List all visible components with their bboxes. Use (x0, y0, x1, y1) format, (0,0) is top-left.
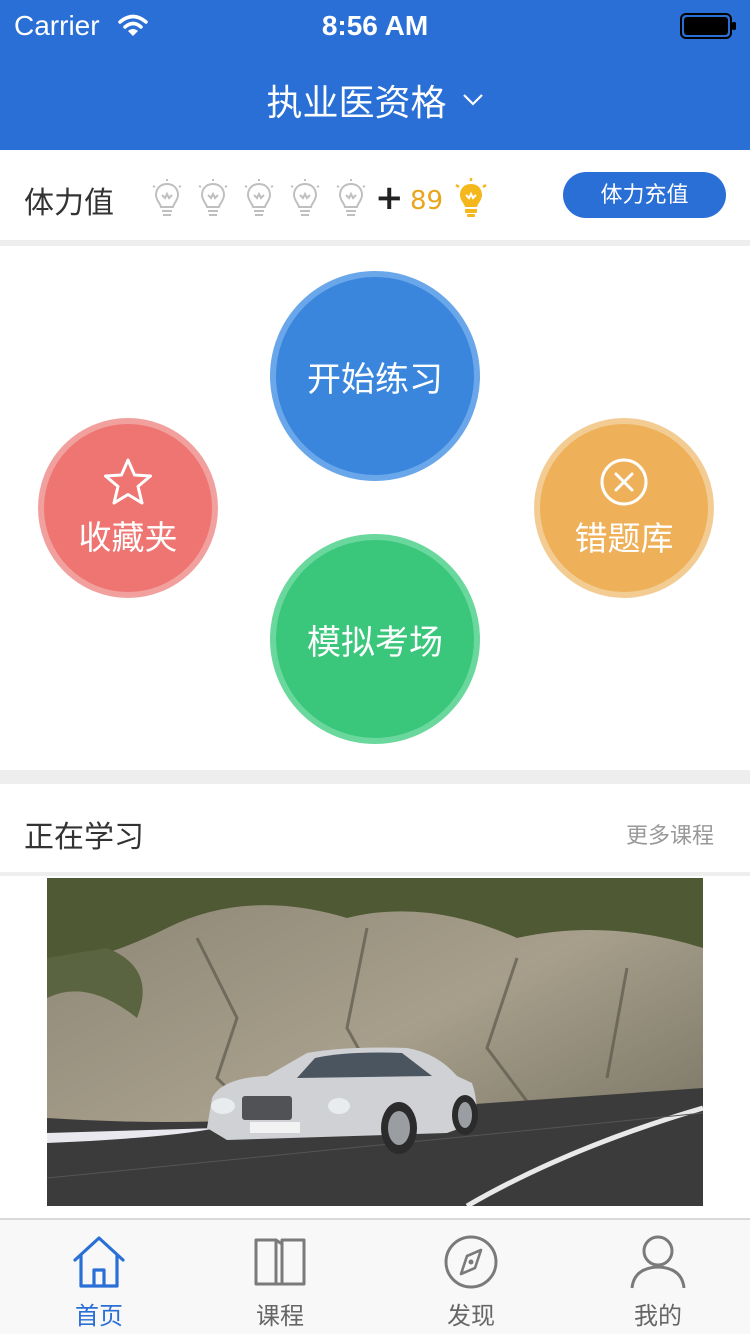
favorites-label: 收藏夹 (78, 518, 178, 557)
divider (0, 240, 750, 246)
plus-sign: + (375, 178, 404, 218)
chevron-down-icon (462, 94, 483, 106)
tab-profile-label: 我的 (634, 1302, 682, 1330)
empty-bulb-icon (336, 179, 366, 216)
tab-bar: 首页 课程 发现 我的 (0, 1218, 750, 1334)
tab-discover-label: 发现 (447, 1302, 495, 1330)
start-practice-button[interactable]: 开始练习 (270, 271, 480, 481)
divider (0, 872, 750, 876)
clock: 8:56 AM (321, 10, 429, 41)
status-bar: Carrier 8:56 AM (0, 0, 750, 50)
user-icon (630, 1235, 686, 1289)
section-divider (0, 770, 750, 784)
car-photo (47, 878, 703, 1206)
mock-exam-label: 模拟考场 (307, 622, 443, 663)
learning-header: 正在学习 更多课程 (0, 784, 750, 872)
favorites-button[interactable]: 收藏夹 (38, 418, 218, 598)
empty-bulb-icon (290, 179, 320, 216)
section-title: 正在学习 (24, 820, 144, 855)
home-icon (73, 1236, 125, 1288)
more-courses-link[interactable]: 更多课程 (626, 818, 714, 850)
tab-courses[interactable]: 课程 (200, 1220, 360, 1334)
tab-courses-label: 课程 (256, 1302, 304, 1330)
wrong-questions-label: 错题库 (574, 519, 674, 558)
empty-bulb-icon (244, 179, 274, 216)
star-icon (104, 458, 152, 505)
tab-home-label: 首页 (75, 1302, 123, 1330)
empty-bulb-icon (198, 179, 228, 216)
start-practice-label: 开始练习 (307, 359, 443, 400)
app-header: Carrier 8:56 AM 执业医资格 (0, 0, 750, 150)
stamina-count: 89 (410, 186, 444, 216)
tab-profile[interactable]: 我的 (578, 1220, 738, 1334)
recharge-stamina-button[interactable]: 体力充值 (563, 172, 726, 218)
stamina-label: 体力值 (24, 186, 114, 221)
battery-icon (680, 13, 736, 39)
page-title: 执业医资格 (266, 83, 447, 124)
tab-discover[interactable]: 发现 (391, 1220, 551, 1334)
course-banner[interactable] (47, 878, 703, 1206)
compass-icon (444, 1235, 498, 1289)
qualification-selector[interactable]: 执业医资格 (0, 74, 750, 126)
empty-bulb-icon (152, 179, 182, 216)
lit-bulb-icon (455, 178, 487, 217)
wrong-questions-button[interactable]: 错题库 (534, 418, 714, 598)
close-circle-icon (600, 458, 648, 506)
mock-exam-button[interactable]: 模拟考场 (270, 534, 480, 744)
book-icon (254, 1238, 306, 1286)
tab-home[interactable]: 首页 (19, 1220, 179, 1334)
